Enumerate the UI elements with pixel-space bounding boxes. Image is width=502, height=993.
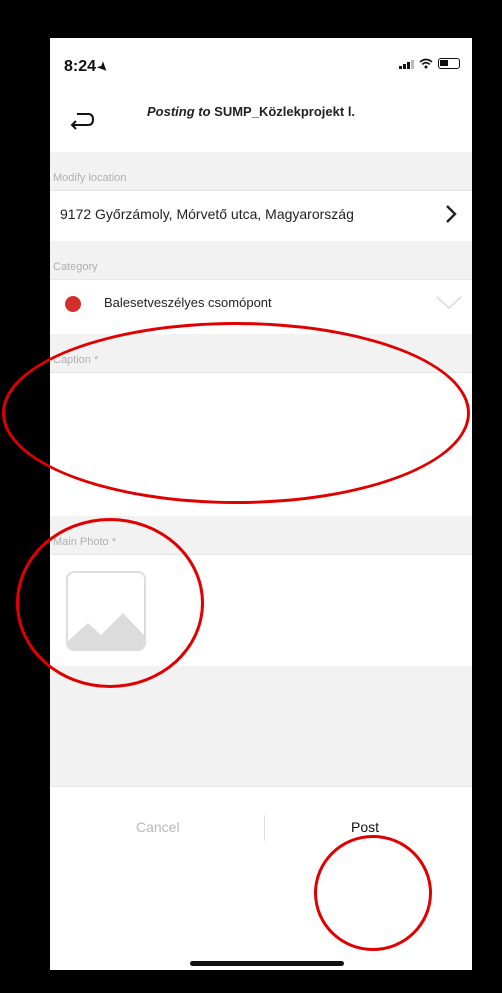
post-button[interactable]: Post bbox=[351, 819, 379, 835]
signal-icon bbox=[399, 59, 414, 69]
category-row[interactable]: Balesetveszélyes csomópont bbox=[50, 279, 472, 327]
title-target: SUMP_Közlekprojekt l. bbox=[214, 104, 356, 119]
status-time: 8:24➤ bbox=[64, 58, 112, 76]
location-value: 9172 Győrzámoly, Mórvető utca, Magyarors… bbox=[60, 206, 354, 222]
chevron-down-icon[interactable] bbox=[434, 294, 464, 312]
caption-section-label: Caption * bbox=[50, 334, 472, 372]
wifi-icon bbox=[419, 58, 433, 69]
status-bar: 8:24➤ bbox=[50, 38, 472, 88]
category-value: Balesetveszélyes csomópont bbox=[104, 295, 272, 310]
image-placeholder-icon[interactable] bbox=[68, 573, 144, 649]
empty-area bbox=[50, 666, 472, 786]
add-photo-button[interactable] bbox=[66, 571, 146, 651]
category-color-dot bbox=[65, 296, 81, 312]
photo-section-label: Main Photo * bbox=[50, 516, 472, 554]
location-section-label: Modify location bbox=[50, 152, 472, 190]
location-arrow-icon: ➤ bbox=[94, 58, 112, 76]
location-row[interactable]: 9172 Győrzámoly, Mórvető utca, Magyarors… bbox=[50, 190, 472, 238]
page-title: Posting to SUMP_Közlekprojekt l. bbox=[147, 104, 407, 119]
chevron-right-icon[interactable] bbox=[444, 203, 458, 225]
main-photo-row bbox=[50, 554, 472, 666]
phone-screen: 8:24➤ Posting to SUMP_Közlekprojekt l. M… bbox=[50, 38, 472, 970]
header: Posting to SUMP_Közlekprojekt l. bbox=[50, 96, 472, 146]
back-arrow-icon[interactable] bbox=[69, 110, 95, 130]
divider bbox=[264, 815, 265, 841]
status-icons bbox=[399, 58, 460, 69]
home-indicator[interactable] bbox=[190, 961, 344, 966]
category-section-label: Category bbox=[50, 241, 472, 279]
bottom-bar: Cancel Post bbox=[50, 786, 472, 970]
caption-input[interactable] bbox=[50, 372, 472, 510]
battery-icon bbox=[438, 58, 460, 69]
back-button[interactable] bbox=[66, 104, 98, 136]
time-text: 8:24 bbox=[64, 58, 97, 75]
cancel-button[interactable]: Cancel bbox=[136, 819, 180, 835]
title-prefix: Posting to bbox=[147, 104, 211, 119]
